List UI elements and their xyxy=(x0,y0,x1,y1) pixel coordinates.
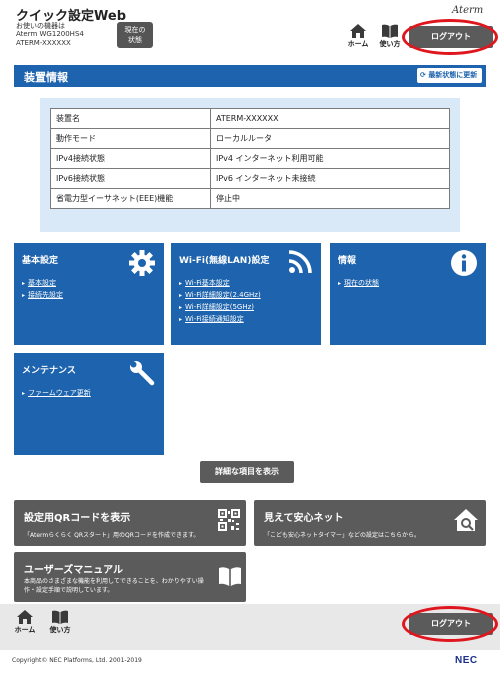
table-row: 省電力型イーサネット(EEE)機能 停止中 xyxy=(50,188,450,209)
home-icon xyxy=(350,24,366,38)
card-desc-line2: 作・設定手順で説明しています。 xyxy=(24,587,114,594)
user-manual-card[interactable]: ユーザーズマニュアル 本商品のさまざまな機能を利用してできることを、わかりやすい… xyxy=(14,552,246,602)
card-desc: 「Atermらくらく QRスタート」用のQRコードを作成できます。 xyxy=(24,532,200,539)
book-icon xyxy=(382,24,398,38)
row-value: IPv6 インターネット未接続 xyxy=(210,168,450,189)
link-wifi-detail-24[interactable]: ▸ Wi-Fi詳細設定(2.4GHz) xyxy=(179,289,261,301)
refresh-button[interactable]: ⟳ 最新状態に更新 xyxy=(417,68,482,83)
tile-title: Wi-Fi(無線LAN)設定 xyxy=(179,256,270,266)
link-wifi-detail-5[interactable]: ▸ Wi-Fi詳細設定(5GHz) xyxy=(179,301,261,313)
row-value: ATERM-XXXXXX xyxy=(210,108,450,129)
qr-code-icon xyxy=(218,509,240,535)
table-row: IPv6接続状態 IPv6 インターネット未接続 xyxy=(50,168,450,189)
table-row: 装置名 ATERM-XXXXXX xyxy=(50,108,450,129)
info-icon xyxy=(450,249,478,281)
tile-title: 基本設定 xyxy=(22,256,59,266)
device-info-table: 装置名 ATERM-XXXXXX 動作モード ローカルルータ IPv4接続状態 IPv… xyxy=(50,108,450,209)
book-icon xyxy=(52,610,68,624)
row-key: 動作モード xyxy=(50,128,211,149)
tile-title: 情報 xyxy=(338,256,357,266)
device-model: Aterm WG1200HS4 xyxy=(16,30,84,38)
row-value: 停止中 xyxy=(210,188,450,209)
home-button[interactable]: ホーム xyxy=(344,24,372,54)
card-desc-line1: 本商品のさまざまな機能を利用してできることを、わかりやすい操 xyxy=(24,578,204,585)
table-row: IPv4接続状態 IPv4 インターネット利用可能 xyxy=(50,148,450,169)
row-value: IPv4 インターネット利用可能 xyxy=(210,148,450,169)
link-basic-settings[interactable]: ▸ 基本設定 xyxy=(22,277,63,289)
wrench-icon xyxy=(128,359,156,391)
copyright: Copyright© NEC Platforms, Ltd. 2001-2019 xyxy=(12,657,142,664)
current-status-button[interactable]: 現在の 状態 xyxy=(117,22,153,48)
qr-code-card[interactable]: 設定用QRコードを表示 「Atermらくらく QRスタート」用のQRコードを作成… xyxy=(14,500,246,546)
aterm-logo: Aterm xyxy=(452,5,484,16)
link-wifi-basic[interactable]: ▸ Wi-Fi基本設定 xyxy=(179,277,261,289)
logout-highlight xyxy=(402,19,498,55)
nec-logo: NEC xyxy=(455,655,478,666)
section-title: 装置情報 xyxy=(24,71,68,84)
safety-net-card[interactable]: 見えて安心ネット 「こども安心ネットタイマー」などの設定はこちらから。 xyxy=(254,500,486,546)
basic-settings-tile: 基本設定 ▸ 基本設定 ▸ 接続先設定 xyxy=(14,243,164,345)
footer-home-button[interactable]: ホーム xyxy=(11,610,39,640)
card-desc: 「こども安心ネットタイマー」などの設定はこちらから。 xyxy=(264,532,421,539)
card-title: ユーザーズマニュアル xyxy=(24,565,123,576)
home-icon xyxy=(17,610,33,624)
section-header xyxy=(14,65,486,87)
help-button[interactable]: 使い方 xyxy=(376,24,404,54)
footer-help-button[interactable]: 使い方 xyxy=(46,610,74,640)
card-title: 見えて安心ネット xyxy=(264,513,344,524)
refresh-icon: ⟳ xyxy=(420,71,426,79)
link-current-status[interactable]: ▸ 現在の状態 xyxy=(338,277,379,289)
card-title: 設定用QRコードを表示 xyxy=(24,513,131,524)
home-search-icon xyxy=(454,507,482,539)
table-row: 動作モード ローカルルータ xyxy=(50,128,450,149)
info-tile: 情報 ▸ 現在の状態 xyxy=(330,243,486,345)
show-details-button[interactable]: 詳細な項目を表示 xyxy=(200,461,294,483)
device-name: ATERM-XXXXXX xyxy=(16,39,71,47)
link-connection-settings[interactable]: ▸ 接続先設定 xyxy=(22,289,63,301)
book-icon xyxy=(218,566,242,590)
wifi-settings-tile: Wi-Fi(無線LAN)設定 ▸ Wi-Fi基本設定 ▸ Wi-Fi詳細設定(2.4… xyxy=(171,243,321,345)
row-key: IPv6接続状態 xyxy=(50,168,211,189)
row-value: ローカルルータ xyxy=(210,128,450,149)
row-key: 装置名 xyxy=(50,108,211,129)
link-firmware-update[interactable]: ▸ ファームウェア更新 xyxy=(22,387,91,399)
footer-logout-highlight xyxy=(402,606,498,642)
tile-title: メンテナンス xyxy=(22,366,76,376)
maintenance-tile: メンテナンス ▸ ファームウェア更新 xyxy=(14,353,164,455)
row-key: IPv4接続状態 xyxy=(50,148,211,169)
row-key: 省電力型イーサネット(EEE)機能 xyxy=(50,188,211,209)
link-wifi-notify[interactable]: ▸ Wi-Fi接続通知設定 xyxy=(179,313,261,325)
gear-icon xyxy=(128,249,156,281)
wifi-icon xyxy=(287,249,313,279)
